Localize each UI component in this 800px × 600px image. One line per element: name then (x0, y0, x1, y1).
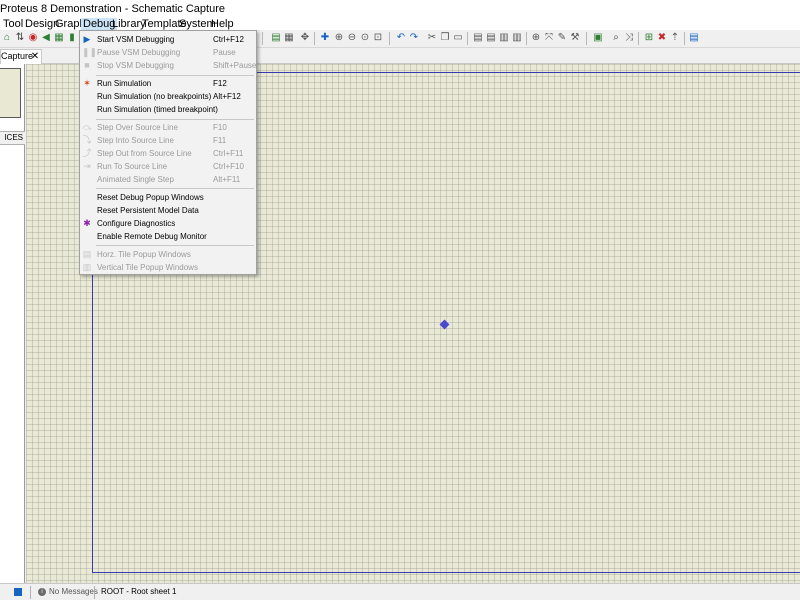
block-copy-icon[interactable]: ▤ (472, 32, 484, 44)
tab-schematic-capture[interactable]: Capture ✕ (0, 49, 42, 64)
menu-bar: Tool Design Graph Debug Library Template… (0, 18, 800, 30)
chip-icon[interactable]: ▮ (66, 32, 78, 44)
menu-item-run-simulation-timed-breakpoint[interactable]: Run Simulation (timed breakpoint) (80, 103, 256, 116)
back-icon[interactable]: ◀ (40, 32, 52, 44)
make-device-icon[interactable]: ⤧ (543, 32, 555, 44)
wire-autorouter-icon[interactable]: ▣ (592, 32, 604, 44)
bug-icon: ✱ (83, 218, 91, 228)
play-icon: ▶ (83, 34, 91, 44)
toolbar-separator (467, 32, 468, 45)
copy-icon[interactable]: ❐ (439, 32, 451, 44)
stop-icon: ■ (84, 60, 90, 70)
menu-item-step-over: ⤼ Step Over Source Line F10 (82, 122, 227, 132)
pause-icon: ❚❚ (82, 47, 98, 57)
delete-sheet-icon[interactable]: ✖ (656, 32, 668, 44)
zoom-area-icon[interactable]: ⊡ (372, 32, 384, 44)
run-to-line-icon: ⇥ (83, 161, 91, 171)
grid-toggle-icon[interactable]: ▦ (283, 32, 295, 44)
menu-item-step-into: ⤵ Step Into Source Line F11 (82, 135, 227, 145)
document-icon[interactable]: ▤ (270, 32, 282, 44)
menu-item-run-simulation-no-breakpoints[interactable]: Run Simulation (no breakpoints) Alt+F12 (80, 90, 256, 103)
block-rotate-icon[interactable]: ▥ (498, 32, 510, 44)
step-out-icon: ⤴ (82, 148, 92, 158)
devices-header-label: ICES (4, 133, 23, 142)
redo-icon[interactable]: ↷ (408, 32, 420, 44)
left-panel: ICES (0, 64, 25, 583)
menu-item-horz-tile-popup-windows: ▤ Horz. Tile Popup Windows (82, 249, 191, 259)
debug-menu-dropdown: ▶ Start VSM Debugging Ctrl+F12 ❚❚ Pause … (79, 30, 257, 275)
menu-tool[interactable]: Tool (1, 18, 25, 30)
menu-item-step-out: ⤴ Step Out from Source Line Ctrl+F11 (82, 148, 244, 158)
messages-status[interactable]: No Messages (49, 584, 98, 600)
bill-of-materials-icon[interactable]: ▤ (688, 32, 700, 44)
origin-icon[interactable]: ✥ (299, 32, 311, 44)
grid-icon[interactable]: ▦ (53, 32, 65, 44)
block-delete-icon[interactable]: ▥ (511, 32, 523, 44)
home-icon[interactable]: ⌂ (1, 32, 13, 44)
vert-tile-icon: ▥ (82, 262, 92, 272)
sheet-status: ROOT - Root sheet 1 (101, 587, 177, 596)
pan-icon[interactable]: ✚ (319, 32, 331, 44)
stop-simulation-icon[interactable] (14, 588, 22, 596)
component-icon[interactable]: ⇅ (14, 32, 26, 44)
search-icon[interactable]: ⌕ (610, 32, 622, 44)
step-into-icon: ⤵ (82, 135, 92, 145)
status-divider (30, 586, 31, 599)
status-bar: i No Messages ROOT - Root sheet 1 (0, 583, 800, 600)
menu-help[interactable]: Help (209, 18, 236, 30)
exit-to-parent-icon[interactable]: ⇡ (669, 32, 681, 44)
zoom-out-icon[interactable]: ⊖ (346, 32, 358, 44)
menu-separator (96, 188, 254, 189)
packaging-icon[interactable]: ✎ (556, 32, 568, 44)
close-icon[interactable]: ✕ (29, 50, 41, 63)
cut-icon[interactable]: ✂ (426, 32, 438, 44)
status-divider (94, 586, 95, 599)
menu-item-pause-vsm-debugging: ❚❚ Pause VSM Debugging Pause (82, 47, 236, 57)
toolbar-separator (526, 32, 527, 45)
zoom-all-icon[interactable]: ⊙ (359, 32, 371, 44)
undo-icon[interactable]: ↶ (395, 32, 407, 44)
new-sheet-icon[interactable]: ⊞ (643, 32, 655, 44)
block-move-icon[interactable]: ▤ (485, 32, 497, 44)
toolbar-separator (314, 32, 315, 45)
decompose-icon[interactable]: ⚒ (569, 32, 581, 44)
zoom-in-icon[interactable]: ⊕ (333, 32, 345, 44)
overview-window[interactable] (0, 68, 21, 118)
menu-item-stop-vsm-debugging: ■ Stop VSM Debugging Shift+Pause (80, 59, 256, 72)
window-title: Proteus 8 Demonstration - Schematic Capt… (0, 3, 225, 15)
menu-separator (96, 245, 254, 246)
devices-header[interactable]: ICES (0, 131, 25, 145)
title-bar: Proteus 8 Demonstration - Schematic Capt… (0, 0, 800, 18)
toolbar-separator (586, 32, 587, 45)
menu-item-start-vsm-debugging[interactable]: ▶ Start VSM Debugging Ctrl+F12 (80, 33, 256, 46)
property-tool-icon[interactable]: ⤨ (623, 32, 635, 44)
menu-item-run-to-source-line: ⇥ Run To Source Line Ctrl+F10 (83, 161, 244, 171)
paste-icon[interactable]: ▭ (452, 32, 464, 44)
toolbar-separator (638, 32, 639, 45)
menu-item-configure-diagnostics[interactable]: ✱ Configure Diagnostics (80, 217, 256, 230)
toolbar-separator (389, 32, 390, 45)
horz-tile-icon: ▤ (82, 249, 92, 259)
pick-device-icon[interactable]: ⊕ (530, 32, 542, 44)
record-icon[interactable]: ◉ (27, 32, 39, 44)
info-icon: i (38, 588, 46, 596)
menu-item-run-simulation[interactable]: ✶ Run Simulation F12 (80, 77, 256, 90)
menu-separator (96, 119, 254, 120)
menu-item-vertical-tile-popup-windows: ▥ Vertical Tile Popup Windows (82, 262, 198, 272)
menu-separator (96, 75, 254, 76)
toolbar-separator (262, 32, 263, 45)
menu-item-reset-persistent-model-data[interactable]: Reset Persistent Model Data (80, 204, 256, 217)
menu-item-enable-remote-debug-monitor[interactable]: Enable Remote Debug Monitor (80, 230, 256, 243)
menu-item-reset-debug-popup-windows[interactable]: Reset Debug Popup Windows (80, 191, 256, 204)
toolbar-separator (684, 32, 685, 45)
step-over-icon: ⤼ (82, 122, 92, 132)
run-simulation-icon: ✶ (83, 78, 91, 88)
menu-item-animated-single-step: Animated Single Step Alt+F11 (97, 175, 241, 184)
